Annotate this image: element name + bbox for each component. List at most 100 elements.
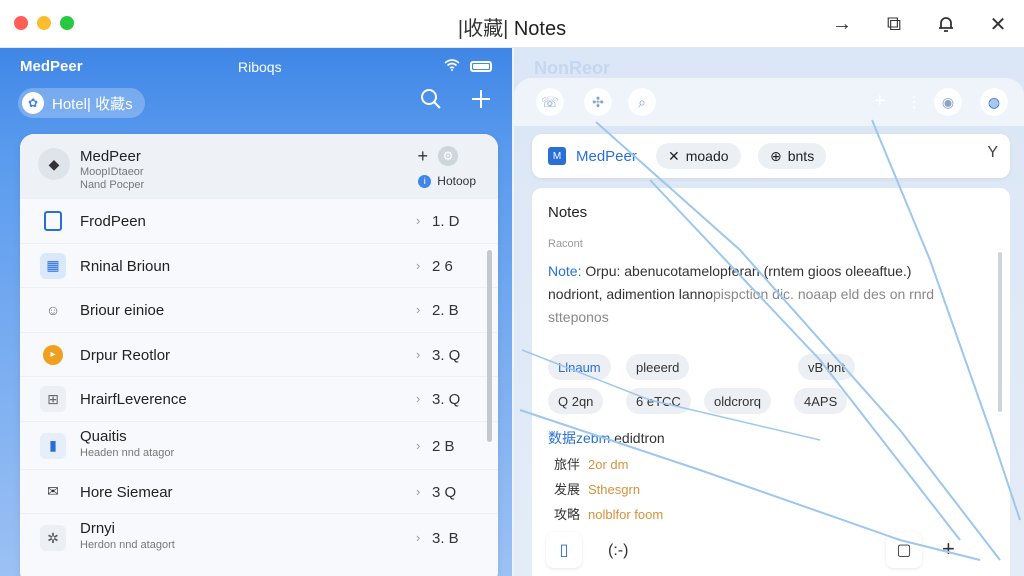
list-item-label: FrodPeen (80, 213, 146, 230)
tag[interactable]: pleeerd (626, 354, 690, 380)
profile-name: MedPeer (80, 148, 141, 165)
more-icon[interactable]: ⋮ (906, 92, 922, 112)
search-icon[interactable] (420, 88, 442, 117)
notes-line-key: 攻略 (554, 507, 581, 522)
list-item-value: 3. Q (432, 346, 461, 364)
tag[interactable]: oldcrorq (704, 388, 771, 414)
list-item-label: Briour einioe (80, 302, 165, 319)
list-item-label: HrairfLeverence (80, 391, 187, 408)
profile-sub1: MoopIDtaeor (80, 166, 144, 178)
chevron-right-icon: › (416, 483, 421, 499)
list-item[interactable]: ▸ Drpur Reotlor › 3. Q (20, 331, 498, 377)
filter-bar: M MedPeer ✕ moado ⊕ bnts Y (532, 134, 1010, 178)
document-icon (44, 211, 62, 231)
user-icon[interactable]: ◉ (934, 88, 962, 116)
list-item-value: 3. B (432, 530, 459, 547)
avatar[interactable]: ◆ (38, 148, 70, 180)
status-row: MedPeer Riboqs (20, 58, 492, 78)
status-center: Riboqs (238, 59, 282, 75)
tag[interactable]: Q 2qn (548, 388, 604, 414)
scrollbar[interactable] (487, 250, 492, 442)
notes-key: Note: (548, 263, 582, 279)
profile-icon[interactable]: ◍ (980, 88, 1008, 116)
notes-section: 数据zebm edidtron (548, 428, 665, 448)
list-item[interactable]: ✉ Hore Siemear › 3 Q (20, 468, 498, 514)
chevron-right-icon: › (416, 302, 421, 317)
search-icon[interactable]: ⌕ (628, 88, 656, 116)
chevron-right-icon: › (416, 437, 421, 453)
left-toolbar (420, 88, 492, 117)
list-item-value: 3. Q (432, 391, 461, 408)
notes-line-key: 旅伴 (554, 457, 581, 472)
filter-icon[interactable]: Y (987, 144, 998, 162)
list-item-label: Drpur Reotlor (80, 346, 171, 364)
calendar-icon: ▦ (40, 252, 66, 279)
add-icon[interactable]: + (874, 90, 886, 113)
list-item-value: 3 Q (432, 483, 457, 501)
globe-icon: ⊕ (770, 147, 782, 164)
forward-icon[interactable]: → (830, 12, 854, 36)
list-item-value: 2 B (432, 437, 455, 455)
emoji-button[interactable]: (:-) (608, 542, 628, 560)
tag[interactable]: 6 eTCC (626, 388, 691, 414)
note-icon[interactable]: ▢ (886, 532, 922, 568)
add-icon[interactable] (470, 88, 492, 117)
notes-body[interactable]: Note: Orpu: abenucotamelopferan (rntem g… (548, 260, 988, 329)
notes-line1: Orpu: abenucotamelopferan (rntem gioos o… (581, 263, 912, 279)
notes-line2-muted: pispction dic. noaap eld des on rnrd (713, 286, 935, 302)
list-item[interactable]: ☺ Briour einioe › 2. B (20, 287, 498, 332)
notes-line-item: 发展 Sthesgrn (554, 479, 640, 498)
bookmark-icon[interactable]: ▯ (546, 532, 582, 568)
chevron-right-icon: › (416, 257, 421, 273)
bolt-icon: ▸ (43, 344, 63, 365)
notes-line-item: 攻略 nolblfor foom (554, 504, 663, 523)
bell-icon[interactable] (934, 12, 958, 36)
chip-mode[interactable]: ✕ moado (656, 143, 741, 169)
list-item-label: Rninal Brioun (80, 257, 171, 275)
list-item-value: 1. D (432, 213, 460, 230)
add-icon[interactable]: + (942, 536, 955, 562)
notes-line-item: 旅伴 2or dm (554, 454, 628, 473)
left-panel: MedPeer Riboqs ✿ Hotel| 收藏s ◆ MedPeer Mo… (0, 48, 512, 576)
list-item[interactable]: ▦ Rninal Brioun › 2 6 (20, 242, 498, 288)
list-item-sub: Herdon nnd atagort (80, 539, 175, 551)
chip-bnts[interactable]: ⊕ bnts (758, 143, 827, 169)
status-icons (444, 58, 492, 75)
phone-icon[interactable]: ☏ (536, 88, 564, 116)
grid-icon: ⊞ (40, 386, 66, 412)
window-title-text: Notes (513, 18, 567, 40)
favorites-card: ◆ MedPeer MoopIDtaeor Nand Pocper + ⚙ i … (20, 134, 498, 576)
notes-section-rest: edidtron (610, 430, 665, 446)
notes-scrollbar[interactable] (998, 252, 1002, 412)
right-ghost-title: NonReor (534, 58, 610, 78)
add-icon[interactable]: + (417, 146, 428, 167)
copy-icon[interactable]: ⧉ (882, 12, 906, 36)
wifi-icon (444, 58, 460, 75)
tag[interactable]: vB bnt (798, 354, 855, 380)
bookmark-icon: ▮ (40, 432, 66, 459)
notes-meta: Racont (548, 238, 583, 250)
list-item-label: Drnyi (80, 520, 116, 537)
gear-icon[interactable]: ⚙ (438, 146, 458, 166)
list-item-label: Hore Siemear (80, 483, 173, 501)
hotkey-label[interactable]: i Hotoop (418, 174, 476, 188)
notes-line3: stteponos (548, 309, 609, 325)
notes-line-value: 2or dm (588, 457, 629, 472)
list-item[interactable]: ✲ Drnyi Herdon nnd atagort › 3. B (20, 513, 498, 561)
brand-label: MedPeer (576, 147, 637, 165)
favorites-pill[interactable]: ✿ Hotel| 收藏s (18, 88, 145, 118)
close-icon[interactable]: ✕ (986, 12, 1010, 36)
list-item[interactable]: ⊞ HrairfLeverence › 3. Q (20, 376, 498, 421)
window-actions: → ⧉ ✕ (830, 12, 1010, 36)
tag[interactable]: Llnaum (548, 354, 611, 380)
list-item[interactable]: FrodPeen › 1. D (20, 198, 498, 243)
chevron-right-icon: › (416, 346, 421, 362)
tag[interactable]: 4APS (794, 388, 848, 414)
favorites-list: FrodPeen › 1. D ▦ Rninal Brioun › 2 6 ☺ … (20, 198, 498, 561)
list-item-value: 2. B (432, 302, 459, 319)
list-item-label: Quaitis (80, 427, 127, 445)
brand[interactable]: M MedPeer (548, 147, 637, 165)
list-item[interactable]: ▮ Quaitis Headen nnd atagor › 2 B (20, 420, 498, 469)
close-icon: ✕ (668, 147, 680, 164)
grid-icon[interactable]: ✣ (584, 88, 612, 116)
